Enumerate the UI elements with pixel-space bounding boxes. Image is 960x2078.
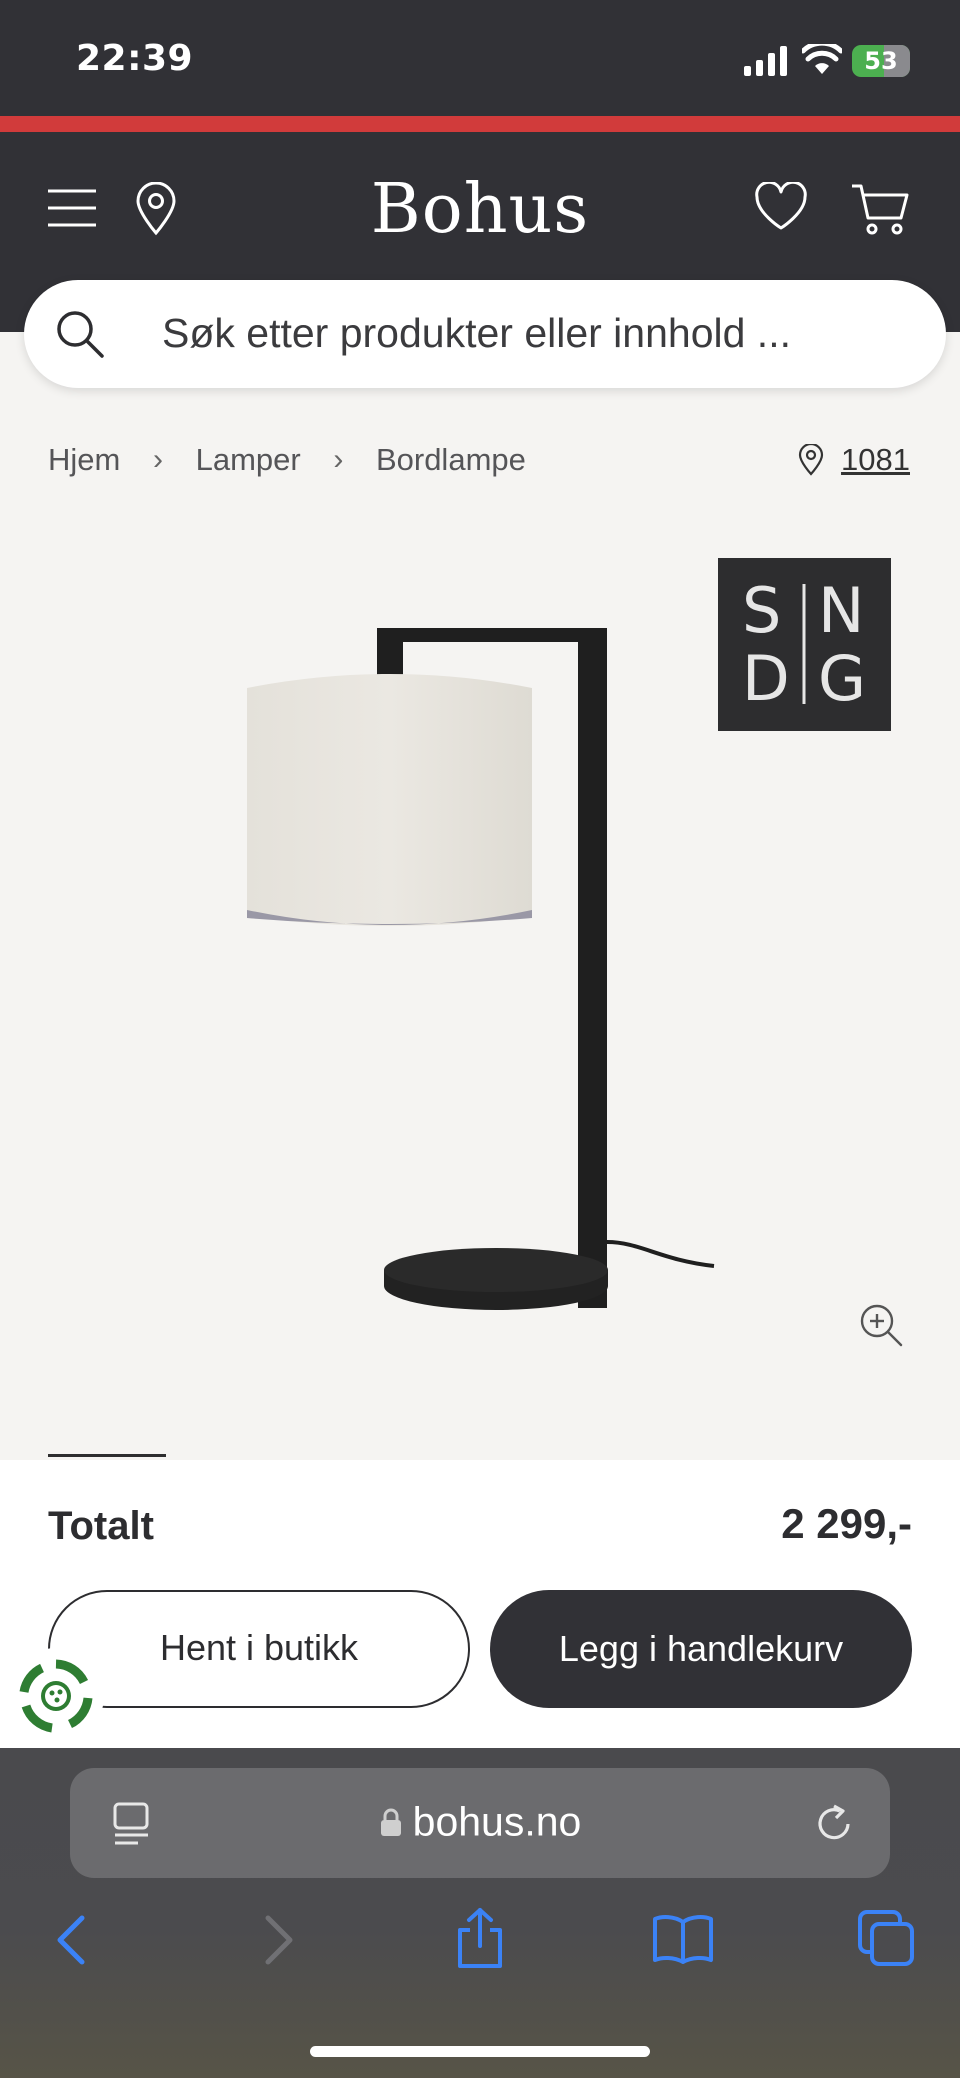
heart-icon[interactable]	[754, 182, 808, 232]
forward-icon	[265, 1915, 293, 1965]
breadcrumb-item-table-lamp[interactable]: Bordlampe	[376, 442, 526, 478]
cart-icon[interactable]	[850, 182, 910, 238]
bookmarks-icon[interactable]	[652, 1912, 714, 1966]
search-icon	[57, 311, 104, 358]
status-time: 22:39	[76, 38, 194, 79]
image-carousel-indicator[interactable]	[48, 1454, 166, 1457]
store-selector[interactable]: 1081	[798, 440, 910, 478]
eco-badge[interactable]	[8, 1648, 104, 1744]
wifi-icon	[802, 44, 842, 74]
chevron-right-icon: ›	[333, 442, 344, 476]
address-bar[interactable]: bohus.no	[70, 1768, 890, 1878]
brand-badge: S N D G	[718, 558, 891, 731]
total-label: Totalt	[48, 1504, 154, 1548]
url-text: bohus.no	[412, 1798, 582, 1845]
store-number[interactable]: 1081	[841, 442, 910, 477]
accent-stripe	[0, 116, 960, 132]
home-indicator[interactable]	[310, 2046, 650, 2057]
breadcrumb-item-lamps[interactable]: Lamper	[196, 442, 301, 478]
brand-badge-letter: G	[818, 642, 867, 715]
back-icon[interactable]	[54, 1914, 88, 1966]
brand-badge-letter: S	[742, 574, 782, 647]
brand-badge-letter: N	[818, 574, 865, 647]
zoom-in-icon[interactable]	[858, 1302, 904, 1348]
brand-logo[interactable]: Bohus	[0, 170, 960, 249]
search-placeholder: Søk etter produkter eller innhold ...	[162, 310, 791, 356]
battery-indicator: 53	[852, 45, 910, 77]
tabs-icon[interactable]	[858, 1910, 916, 1968]
cellular-signal-icon	[744, 46, 787, 76]
pickup-in-store-button[interactable]: Hent i butikk	[48, 1590, 470, 1708]
browser-toolbar: bohus.no	[0, 1748, 960, 2078]
reload-icon[interactable]	[812, 1802, 856, 1846]
search-input[interactable]: Søk etter produkter eller innhold ...	[24, 280, 946, 388]
url-display[interactable]: bohus.no	[70, 1796, 890, 1846]
add-to-cart-button[interactable]: Legg i handlekurv	[490, 1590, 912, 1708]
recycle-icon	[19, 1659, 93, 1733]
total-price: 2 299,-	[781, 1500, 912, 1547]
battery-percent: 53	[864, 47, 898, 75]
brand-badge-letter: D	[742, 642, 790, 715]
status-bar: 22:39 53	[0, 0, 960, 116]
lock-icon	[380, 1808, 401, 1837]
purchase-panel: Totalt 2 299,- Hent i butikk Legg i hand…	[0, 1460, 960, 1748]
chevron-right-icon: ›	[152, 442, 163, 476]
share-icon[interactable]	[454, 1906, 506, 1970]
location-pin-icon	[799, 442, 824, 476]
breadcrumb-item-home[interactable]: Hjem	[48, 442, 120, 478]
breadcrumb: Hjem › Lamper › Bordlampe	[48, 440, 526, 478]
